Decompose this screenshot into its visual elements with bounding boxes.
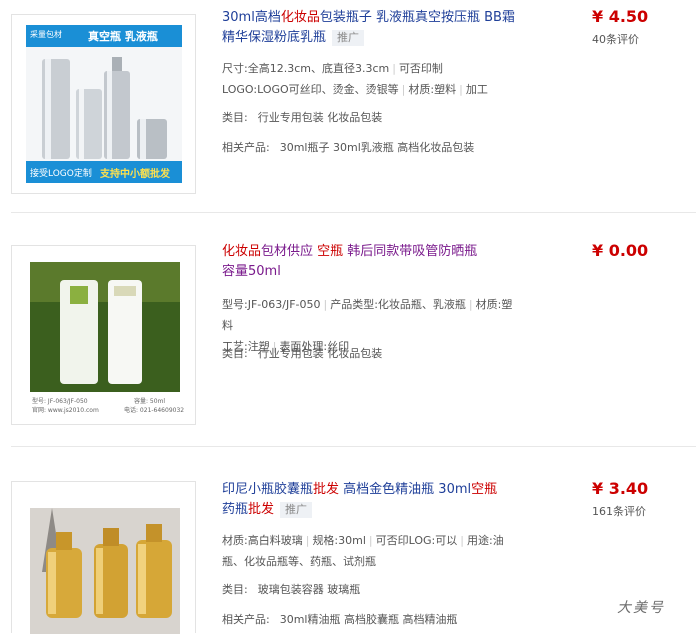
promo-badge: 推广 <box>280 502 313 518</box>
image-caption-capacity: 容量: 50ml <box>134 398 166 405</box>
price: ¥ 3.40 <box>592 479 649 498</box>
product-attributes: 材质:高白料玻璃 | 规格:30ml | 可否印LOG:可以 | 用途:油瓶、化妆品瓶等、药… <box>222 534 504 568</box>
price: ¥ 0.00 <box>592 241 649 260</box>
product-title-1[interactable]: 30ml高档化妆品包装瓶子 乳液瓶真空按压瓶 BB霜精华保湿粉底乳瓶 推广 <box>222 8 522 48</box>
divider <box>11 212 696 213</box>
banner-bottom-right: 支持中小额批发 <box>100 169 170 180</box>
category-link[interactable]: 玻璃包装容器 玻璃瓶 <box>258 583 361 596</box>
promo-badge: 推广 <box>332 30 365 46</box>
review-count-link[interactable]: 161条评价 <box>592 504 646 520</box>
product-photo-3 <box>12 482 195 634</box>
watermark: 大美号 <box>617 600 665 616</box>
product-title-2[interactable]: 化妆品包材供应 空瓶 韩后同款带吸管防晒瓶 容量50ml <box>222 242 522 282</box>
banner-top-text: 真空瓶 乳液瓶 <box>88 30 158 43</box>
product-title-3[interactable]: 印尼小瓶胶囊瓶批发 高档金色精油瓶 30ml空瓶 药瓶批发 推广 <box>222 480 522 520</box>
image-caption-site: 官网: www.js2010.com <box>32 407 99 414</box>
related-products-links[interactable]: 30ml瓶子 30ml乳液瓶 高档化妆品包装 <box>280 141 475 154</box>
product-image-1[interactable]: 采量包材 真空瓶 乳液瓶 接受LOGO定制 支持中小额批发 <box>11 14 196 194</box>
product-image-3[interactable] <box>11 481 196 634</box>
banner-bottom-left: 接受LOGO定制 <box>30 169 92 179</box>
product-attributes: 尺寸:全高12.3cm、底直径3.3cm | 可否印制 LOGO:LOGO可丝印、烫… <box>222 62 488 96</box>
review-count-link[interactable]: 40条评价 <box>592 32 639 48</box>
related-products-row: 相关产品: 30ml瓶子 30ml乳液瓶 高档化妆品包装 <box>222 141 475 154</box>
product-image-2[interactable]: 型号: JF-063/JF-050 容量: 50ml 官网: www.js201… <box>11 245 196 425</box>
image-caption-phone: 电话: 021-64609032 <box>124 407 185 414</box>
banner-brand: 采量包材 <box>30 30 62 39</box>
category-link[interactable]: 行业专用包装 化妆品包装 <box>258 347 383 360</box>
related-products-row: 相关产品: 30ml精油瓶 高档胶囊瓶 高档精油瓶 <box>222 613 458 626</box>
divider <box>11 446 696 447</box>
image-caption-model: 型号: JF-063/JF-050 <box>32 398 88 405</box>
category-row: 类目: 行业专用包装 化妆品包装 <box>222 111 383 124</box>
category-link[interactable]: 行业专用包装 化妆品包装 <box>258 111 383 124</box>
category-row: 类目: 玻璃包装容器 玻璃瓶 <box>222 583 361 596</box>
related-products-links[interactable]: 30ml精油瓶 高档胶囊瓶 高档精油瓶 <box>280 613 458 626</box>
price: ¥ 4.50 <box>592 7 649 26</box>
category-row: 类目: 行业专用包装 化妆品包装 <box>222 347 383 360</box>
